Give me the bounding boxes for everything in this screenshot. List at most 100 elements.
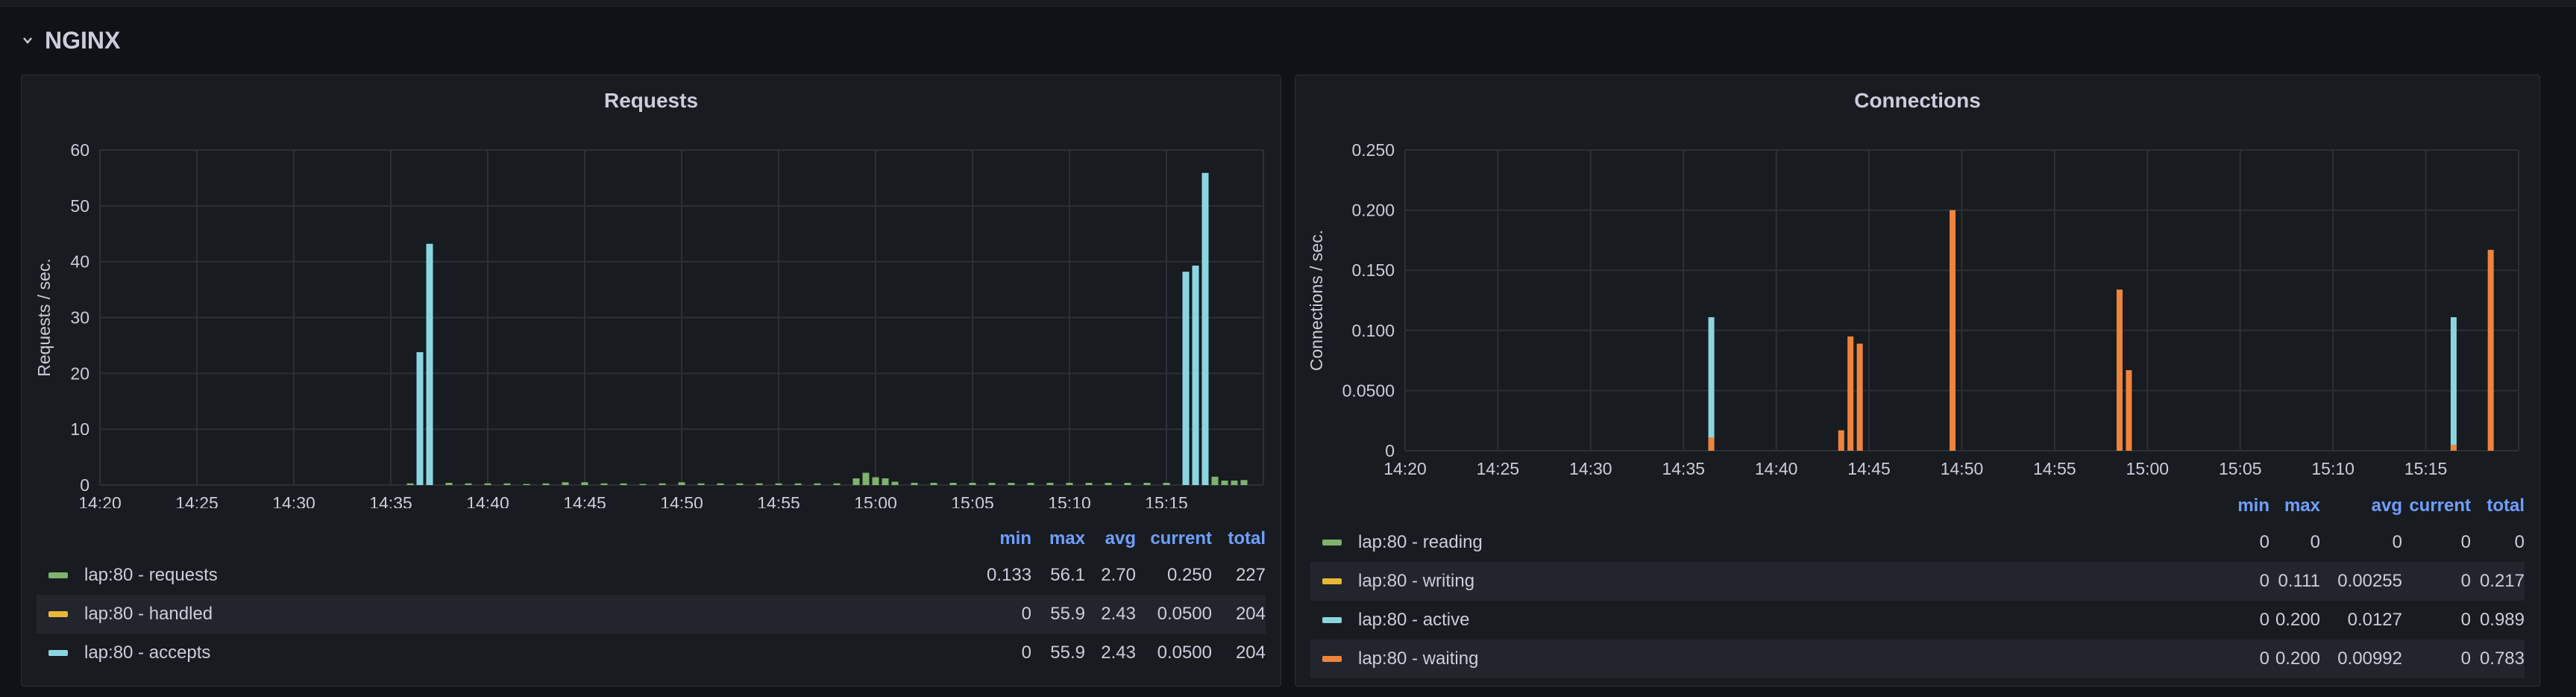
series-name[interactable]: lap:80 - waiting	[1358, 648, 2225, 669]
bar-lap-80-waiting[interactable]	[2450, 444, 2457, 451]
legend-col-max[interactable]: max	[1031, 528, 1085, 549]
bar-lap-80-requests[interactable]	[503, 483, 511, 485]
series-name[interactable]: lap:80 - requests	[84, 565, 987, 586]
bar-lap-80-requests[interactable]	[562, 482, 569, 485]
bar-lap-80-accepts[interactable]	[1192, 265, 1199, 485]
bar-lap-80-active[interactable]	[2450, 317, 2457, 451]
legend-col-total[interactable]: total	[1212, 528, 1266, 549]
legend-row[interactable]: lap:80 - reading 0 0 0 0 0	[1310, 523, 2525, 562]
series-color-swatch[interactable]	[48, 611, 68, 617]
legend-col-current[interactable]: current	[1136, 528, 1212, 549]
legend-col-current[interactable]: current	[2402, 496, 2471, 516]
bar-lap-80-requests[interactable]	[523, 484, 530, 486]
series-name[interactable]: lap:80 - accepts	[84, 643, 987, 663]
bar-lap-80-requests[interactable]	[717, 483, 724, 485]
bar-lap-80-requests[interactable]	[465, 483, 472, 485]
bar-lap-80-requests[interactable]	[1231, 481, 1238, 485]
legend-col-max[interactable]: max	[2269, 496, 2320, 516]
bar-lap-80-accepts[interactable]	[426, 243, 433, 485]
legend-col-avg[interactable]: avg	[1085, 528, 1136, 549]
bar-lap-80-requests[interactable]	[1143, 483, 1151, 485]
row-header-nginx[interactable]: NGINX	[22, 22, 120, 58]
bar-lap-80-requests[interactable]	[639, 484, 647, 486]
y-axis-label: Requests / sec.	[34, 258, 54, 377]
bar-lap-80-requests[interactable]	[852, 478, 860, 485]
bar-lap-80-requests[interactable]	[1046, 483, 1054, 485]
bar-lap-80-requests[interactable]	[872, 477, 879, 485]
bar-lap-80-waiting[interactable]	[1847, 336, 1854, 451]
series-name[interactable]: lap:80 - reading	[1358, 532, 2225, 553]
bar-lap-80-requests[interactable]	[1163, 483, 1170, 485]
bar-lap-80-requests[interactable]	[1105, 483, 1112, 485]
legend-col-min[interactable]: min	[987, 528, 1031, 549]
bar-lap-80-requests[interactable]	[736, 483, 744, 485]
series-color-swatch[interactable]	[1322, 656, 1342, 662]
bar-lap-80-requests[interactable]	[1027, 483, 1034, 485]
series-color-swatch[interactable]	[48, 572, 68, 578]
bar-lap-80-requests[interactable]	[969, 483, 976, 485]
bar-lap-80-requests[interactable]	[775, 483, 782, 485]
bar-lap-80-requests[interactable]	[659, 483, 666, 485]
bar-lap-80-requests[interactable]	[406, 483, 414, 485]
series-color-swatch[interactable]	[1322, 540, 1342, 546]
bar-lap-80-waiting[interactable]	[2117, 289, 2123, 451]
bar-lap-80-requests[interactable]	[882, 478, 889, 485]
bar-lap-80-requests[interactable]	[445, 483, 453, 485]
bar-lap-80-requests[interactable]	[949, 483, 957, 485]
bar-lap-80-requests[interactable]	[1240, 480, 1248, 485]
bar-lap-80-requests[interactable]	[833, 483, 841, 485]
legend-value-avg: 0.00992	[2337, 648, 2402, 669]
bar-lap-80-requests[interactable]	[862, 472, 870, 485]
legend-row[interactable]: lap:80 - requests 0.133 56.1 2.70 0.250 227	[37, 556, 1266, 595]
bar-lap-80-waiting[interactable]	[1838, 430, 1844, 451]
bar-lap-80-requests[interactable]	[542, 483, 550, 485]
chevron-down-icon[interactable]	[22, 31, 37, 50]
bar-lap-80-requests[interactable]	[620, 483, 627, 485]
bar-lap-80-requests[interactable]	[697, 483, 705, 485]
legend-row[interactable]: lap:80 - writing 0 0.111 0.00255 0 0.217	[1310, 562, 2525, 601]
bar-lap-80-accepts[interactable]	[416, 351, 424, 485]
legend-col-total[interactable]: total	[2471, 496, 2525, 516]
legend-row[interactable]: lap:80 - active 0 0.200 0.0127 0 0.989	[1310, 601, 2525, 640]
bar-lap-80-waiting[interactable]	[1856, 343, 1863, 451]
bar-lap-80-requests[interactable]	[891, 481, 899, 485]
bar-lap-80-requests[interactable]	[755, 483, 763, 485]
bar-lap-80-waiting[interactable]	[2126, 369, 2132, 451]
series-name[interactable]: lap:80 - handled	[84, 604, 987, 625]
bar-lap-80-requests[interactable]	[1008, 483, 1015, 485]
bar-lap-80-accepts[interactable]	[1201, 172, 1209, 485]
legend-col-avg[interactable]: avg	[2320, 496, 2402, 516]
bar-lap-80-requests[interactable]	[678, 482, 685, 485]
bar-lap-80-requests[interactable]	[581, 482, 588, 485]
series-color-swatch[interactable]	[1322, 617, 1342, 623]
bar-lap-80-waiting[interactable]	[2487, 249, 2494, 451]
bar-lap-80-requests[interactable]	[1124, 483, 1131, 485]
bar-lap-80-requests[interactable]	[1221, 481, 1228, 485]
legend-row[interactable]: lap:80 - waiting 0 0.200 0.00992 0 0.783	[1310, 640, 2525, 678]
series-name[interactable]: lap:80 - writing	[1358, 571, 2225, 592]
bar-lap-80-requests[interactable]	[988, 483, 996, 485]
bar-lap-80-requests[interactable]	[911, 483, 918, 485]
bar-lap-80-waiting[interactable]	[1950, 210, 1956, 451]
bar-lap-80-requests[interactable]	[930, 483, 937, 485]
x-tick-label: 14:20	[1383, 459, 1427, 478]
legend-row[interactable]: lap:80 - accepts 0 55.9 2.43 0.0500 204	[37, 634, 1266, 672]
bar-lap-80-active[interactable]	[1708, 317, 1715, 451]
y-tick-label: 0.100	[1351, 321, 1395, 340]
bar-lap-80-requests[interactable]	[1066, 483, 1073, 485]
bar-lap-80-requests[interactable]	[1085, 483, 1093, 485]
legend-value-max: 0	[2310, 532, 2320, 552]
series-color-swatch[interactable]	[48, 650, 68, 656]
legend-col-min[interactable]: min	[2225, 496, 2269, 516]
series-name[interactable]: lap:80 - active	[1358, 610, 2225, 631]
x-tick-label: 14:45	[563, 493, 606, 508]
bar-lap-80-requests[interactable]	[794, 483, 802, 485]
legend-row[interactable]: lap:80 - handled 0 55.9 2.43 0.0500 204	[37, 595, 1266, 634]
bar-lap-80-requests[interactable]	[484, 483, 491, 485]
bar-lap-80-requests[interactable]	[600, 483, 608, 485]
bar-lap-80-accepts[interactable]	[1182, 272, 1190, 485]
bar-lap-80-requests[interactable]	[1211, 476, 1219, 485]
bar-lap-80-waiting[interactable]	[1708, 437, 1715, 451]
series-color-swatch[interactable]	[1322, 578, 1342, 584]
bar-lap-80-requests[interactable]	[814, 483, 821, 485]
